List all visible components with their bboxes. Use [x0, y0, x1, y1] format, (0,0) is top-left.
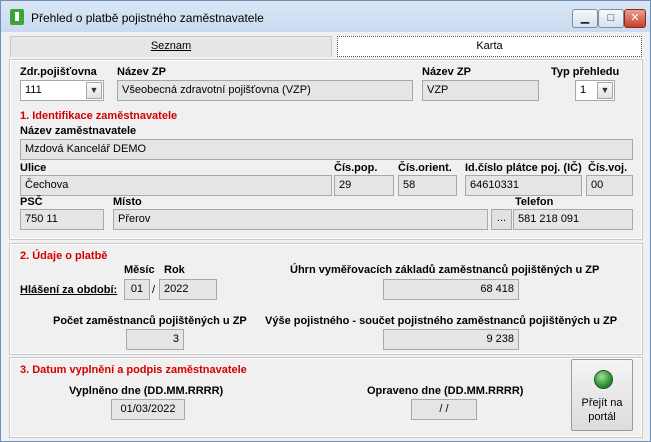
nazev-zp-label: Název ZP — [117, 66, 166, 78]
section1-header: 1. Identifikace zaměstnavatele — [20, 110, 178, 122]
maximize-button[interactable]: □ — [598, 9, 624, 28]
ulice-field[interactable]: Čechova — [20, 175, 332, 196]
ulice-label: Ulice — [20, 162, 47, 174]
vyse-pojistneho-label: Výše pojistného - součet pojistného zamě… — [265, 315, 618, 327]
rok-label: Rok — [164, 264, 185, 276]
vyse-pojistneho-field[interactable]: 9 238 — [383, 329, 519, 350]
pocet-zamestnancu-label: Počet zaměstnanců pojištěných u ZP — [53, 315, 247, 327]
nazev-zp-field[interactable]: Všeobecná zdravotní pojišťovna (VZP) — [117, 80, 413, 101]
nazev-zp-short-field[interactable]: VZP — [422, 80, 539, 101]
mesic-label: Měsíc — [124, 264, 155, 276]
zdr-pojistovna-label: Zdr.pojišťovna — [20, 66, 97, 78]
cislo-vojenske-label: Čís.voj. — [588, 162, 628, 174]
prejit-na-portal-button[interactable]: Přejít na portál — [571, 359, 633, 431]
rok-field[interactable]: 2022 — [159, 279, 217, 300]
prejit-na-portal-label: Přejít na portál — [581, 397, 623, 423]
window-title: Přehled o platbě pojistného zaměstnavate… — [31, 11, 264, 25]
vyplneno-dne-label: Vyplněno dne (DD.MM.RRRR) — [69, 385, 224, 397]
chevron-down-icon[interactable]: ▼ — [86, 82, 102, 99]
section2-header: 2. Údaje o platbě — [20, 250, 108, 262]
misto-label: Místo — [113, 196, 142, 208]
misto-browse-button[interactable]: ... — [491, 209, 512, 230]
ic-label: Id.číslo plátce poj. (IČ) — [465, 162, 582, 174]
typ-prehledu-label: Typ přehledu — [551, 66, 620, 78]
vyplneno-dne-field[interactable]: 01/03/2022 — [111, 399, 185, 420]
chevron-down-icon[interactable]: ▼ — [597, 82, 613, 99]
main-window: Přehled o platbě pojistného zaměstnavate… — [0, 0, 651, 442]
tab-seznam-label: Seznam — [150, 40, 192, 52]
uhrn-label: Úhrn vyměřovacích základů zaměstnanců po… — [290, 264, 600, 276]
typ-prehledu-select[interactable]: 1 ▼ — [575, 80, 615, 101]
cislo-orientacni-label: Čís.orient. — [398, 162, 452, 174]
cislo-popisne-field[interactable]: 29 — [334, 175, 394, 196]
period-separator: / — [152, 284, 156, 296]
app-icon — [10, 9, 24, 25]
telefon-field[interactable]: 581 218 091 — [513, 209, 633, 230]
globe-icon — [594, 370, 613, 389]
misto-field[interactable]: Přerov — [113, 209, 488, 230]
typ-prehledu-value: 1 — [580, 84, 587, 96]
cislo-vojenske-field[interactable]: 00 — [586, 175, 633, 196]
zdr-pojistovna-select[interactable]: 111 ▼ — [20, 80, 104, 101]
title-bar[interactable]: Přehled o platbě pojistného zaměstnavate… — [1, 1, 650, 32]
cislo-popisne-label: Čís.pop. — [334, 162, 378, 174]
psc-field[interactable]: 750 11 — [20, 209, 104, 230]
close-button[interactable]: ✕ — [624, 9, 646, 28]
section3-header: 3. Datum vyplnění a podpis zaměstnavatel… — [20, 364, 247, 376]
nazev-zamestnavatele-label: Název zaměstnavatele — [20, 125, 137, 137]
nazev-zp-short-label: Název ZP — [422, 66, 471, 78]
minimize-button[interactable]: ▁ — [572, 9, 598, 28]
psc-label: PSČ — [20, 196, 43, 208]
zdr-pojistovna-value: 111 — [25, 84, 42, 96]
cislo-orientacni-field[interactable]: 58 — [398, 175, 457, 196]
mesic-field[interactable]: 01 — [124, 279, 150, 300]
hlaseni-za-obdobi-label: Hlášení za období: — [20, 284, 118, 296]
opraveno-dne-label: Opraveno dne (DD.MM.RRRR) — [367, 385, 524, 397]
tab-seznam[interactable]: Seznam — [10, 36, 332, 57]
ic-field[interactable]: 64610331 — [465, 175, 582, 196]
pocet-zamestnancu-field[interactable]: 3 — [126, 329, 184, 350]
uhrn-field[interactable]: 68 418 — [383, 279, 519, 300]
nazev-zamestnavatele-field[interactable]: Mzdová Kancelář DEMO — [20, 139, 633, 160]
tab-karta[interactable]: Karta — [337, 36, 642, 57]
telefon-label: Telefon — [515, 196, 554, 208]
opraveno-dne-field[interactable]: / / — [411, 399, 477, 420]
